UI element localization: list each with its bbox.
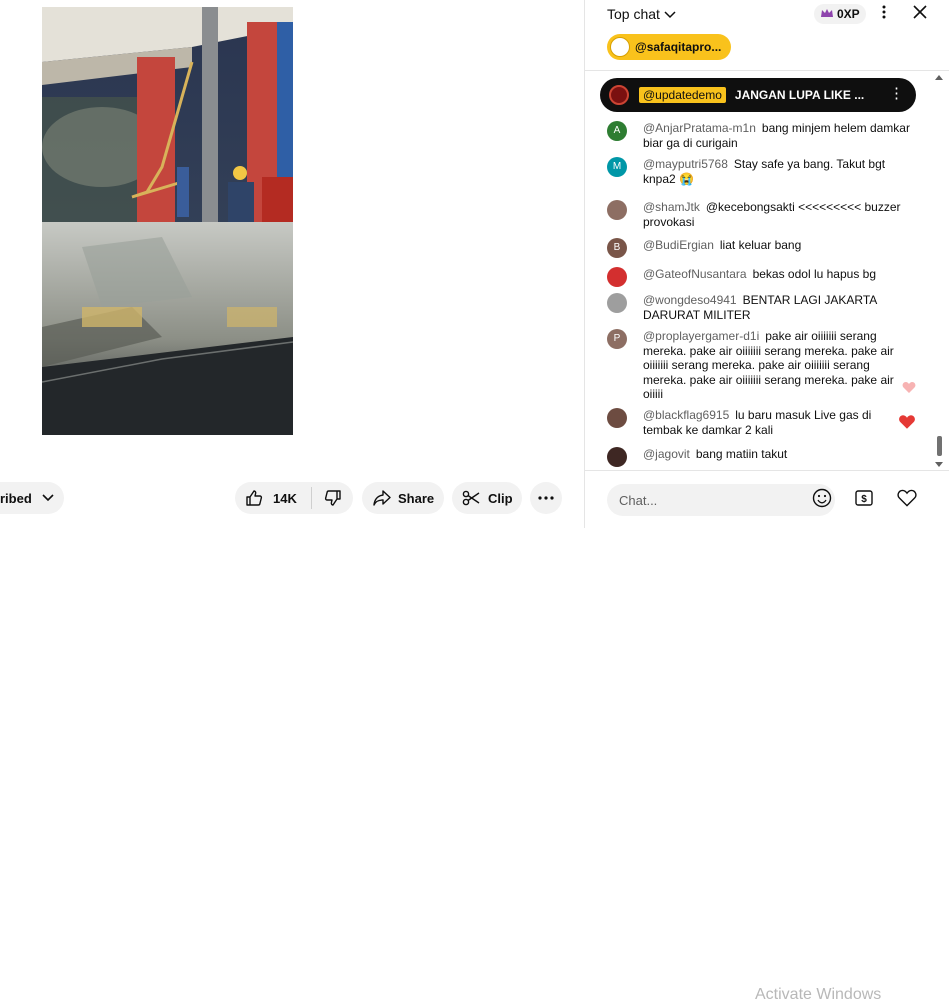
chevron-down-icon: [664, 6, 676, 22]
smiley-icon: [812, 488, 832, 513]
avatar: [607, 408, 627, 428]
pinned-text: JANGAN LUPA LIKE ...: [734, 88, 865, 102]
ticker-user: @safaqitapro...: [635, 40, 722, 54]
avatar: [610, 37, 630, 57]
chat-message[interactable]: @wongdeso4941 BENTAR LAGI JAKARTA DARURAT…: [607, 293, 917, 322]
share-button[interactable]: Share: [362, 482, 444, 514]
avatar: [607, 293, 627, 313]
avatar: M: [607, 157, 627, 177]
chat-author: @proplayergamer-d1i: [643, 329, 760, 343]
chat-scrollbar[interactable]: [934, 72, 944, 470]
pinned-author: @updatedemo: [639, 87, 726, 103]
chat-author: @mayputri5768: [643, 157, 728, 171]
more-horizontal-icon: [538, 496, 554, 500]
thumbs-up-icon: [245, 489, 263, 507]
pinned-message[interactable]: @updatedemo JANGAN LUPA LIKE ... ⋮: [600, 78, 916, 112]
chat-author: @AnjarPratama-m1n: [643, 121, 756, 135]
svg-text:$: $: [861, 494, 867, 505]
avatar: P: [607, 329, 627, 349]
super-chat-ticker-item[interactable]: @safaqitapro...: [607, 34, 732, 60]
clip-label: Clip: [488, 490, 513, 506]
chat-message[interactable]: @shamJtk @kecebongsakti <<<<<<<<< buzzer …: [607, 200, 917, 229]
avatar: A: [607, 121, 627, 141]
chat-author: @wongdeso4941: [643, 293, 737, 307]
chat-message[interactable]: B @BudiErgian liat keluar bang: [607, 238, 917, 258]
chat-input[interactable]: Chat...: [607, 484, 835, 516]
chat-message[interactable]: @GateofNusantara bekas odol lu hapus bg: [607, 267, 917, 287]
like-dislike-divider: [310, 487, 312, 509]
xp-label: 0XP: [837, 7, 860, 21]
super-chat-ticker: @safaqitapro...: [585, 30, 949, 71]
like-button[interactable]: 14K: [245, 489, 297, 507]
heart-button[interactable]: [895, 488, 919, 512]
emoji-button[interactable]: [810, 488, 834, 512]
chat-message[interactable]: @jagovit bang matiin takut: [607, 447, 917, 467]
clip-button[interactable]: Clip: [452, 482, 522, 514]
chat-message[interactable]: @blackflag6915 lu baru masuk Live gas di …: [607, 408, 907, 437]
share-label: Share: [398, 490, 435, 506]
top-chat-label: Top chat: [607, 6, 660, 22]
avatar: [607, 200, 627, 220]
top-chat-dropdown[interactable]: Top chat: [607, 6, 676, 22]
chat-author: @BudiErgian: [643, 238, 714, 252]
chat-author: @jagovit: [643, 447, 690, 461]
thumbs-down-icon: [324, 489, 342, 507]
subscribed-label: ribed: [0, 490, 32, 506]
chevron-down-icon: [42, 494, 54, 502]
like-dislike-group: 14K: [235, 482, 353, 514]
chat-menu-button[interactable]: [874, 4, 894, 24]
chat-message[interactable]: M @mayputri5768 Stay safe ya bang. Takut …: [607, 157, 917, 186]
scissors-icon: [462, 489, 480, 507]
chat-author: @shamJtk: [643, 200, 700, 214]
chat-message[interactable]: A @AnjarPratama-m1n bang minjem helem dam…: [607, 121, 917, 150]
chat-author: @GateofNusantara: [643, 267, 747, 281]
avatar: B: [607, 238, 627, 258]
avatar: [607, 267, 627, 287]
chat-text: liat keluar bang: [719, 238, 802, 252]
xp-badge[interactable]: 0XP: [814, 4, 866, 24]
chat-input-row: Chat... $ Activate Windows: [585, 470, 949, 1003]
share-icon: [373, 490, 391, 506]
more-vertical-icon: [882, 5, 886, 24]
dollar-icon: $: [854, 489, 874, 512]
like-count: 14K: [273, 490, 297, 506]
subscribed-button[interactable]: ribed: [0, 482, 64, 514]
close-icon: [912, 4, 928, 25]
dislike-button[interactable]: [324, 489, 342, 507]
video-player[interactable]: [42, 7, 293, 435]
chat-author: @blackflag6915: [643, 408, 730, 422]
heart-outline-icon: [897, 489, 917, 512]
chat-text: bekas odol lu hapus bg: [752, 267, 877, 281]
avatar: [609, 85, 629, 105]
chat-text: bang matiin takut: [695, 447, 788, 461]
close-chat-button[interactable]: [910, 4, 930, 24]
chat-scrollbar-thumb[interactable]: [937, 436, 942, 456]
crown-icon: [820, 7, 834, 21]
super-chat-button[interactable]: $: [852, 488, 876, 512]
avatar: [607, 447, 627, 467]
chat-header: Top chat 0XP: [585, 0, 949, 30]
heart-reaction-icon: [902, 381, 916, 399]
more-vertical-icon[interactable]: ⋮: [889, 86, 904, 101]
activate-windows-watermark: Activate Windows: [755, 986, 882, 1003]
video-frame: [42, 7, 293, 435]
live-chat-panel: Top chat 0XP @safaqitapro... @updatedemo…: [584, 0, 949, 1003]
chat-message[interactable]: P @proplayergamer-d1i pake air oiiiiiii s…: [607, 329, 897, 402]
heart-reaction-icon: [898, 414, 916, 435]
more-actions-button[interactable]: [530, 482, 562, 514]
